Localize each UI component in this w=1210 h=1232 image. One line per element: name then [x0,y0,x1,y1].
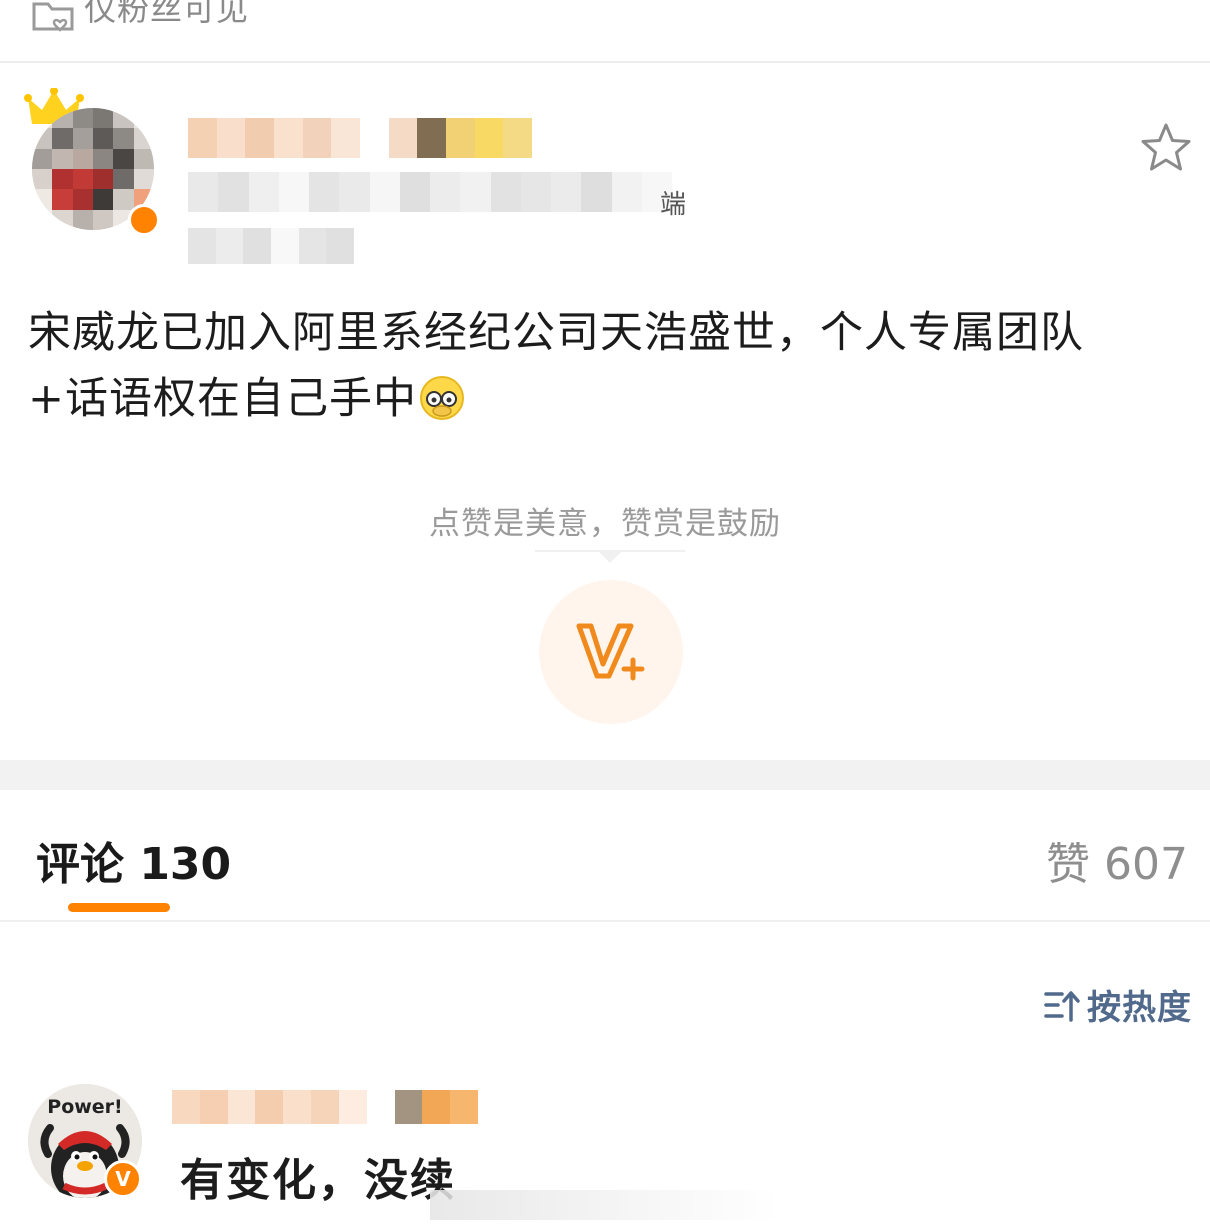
lock-heart-icon [32,2,74,32]
reward-tip: 点赞是美意，赞赏是鼓励 [429,506,781,542]
visibility-label: 仅粉丝可见 [84,0,250,28]
avatar-caption: Power! [47,1096,123,1118]
post-text-line-2: +话语权在自己手中 [28,366,1178,432]
tab-comments[interactable]: 评论 130 [36,828,231,892]
verified-badge [128,204,160,236]
post-source-suffix: 端 [660,190,687,220]
sort-icon [1044,990,1080,1022]
star-outline-icon[interactable] [1138,120,1194,176]
post-meta-redacted [188,172,672,212]
tab-active-indicator [68,903,170,912]
section-divider [0,760,1210,790]
author-avatar-wrap[interactable] [24,88,164,236]
facepalm-emoji-icon [420,376,465,420]
reward-button[interactable] [539,580,683,724]
sort-button[interactable]: 按热度 [1043,980,1192,1029]
author-name-redacted[interactable] [188,118,532,158]
comment-text: 有变化，没续 [180,1155,456,1206]
verified-v-badge: V [104,1160,142,1198]
tabs-divider [0,920,1210,922]
comment-meta-redacted [430,1190,780,1220]
tab-likes[interactable]: 赞 607 [1046,828,1188,892]
post-text-line-1: 宋威龙已加入阿里系经纪公司天浩盛世，个人专属团队 [28,308,1084,358]
comment-author-redacted[interactable] [172,1090,478,1124]
reward-caret [598,551,622,563]
v-plus-icon [576,623,645,681]
post-content: 宋威龙已加入阿里系经纪公司天浩盛世，个人专属团队 +话语权在自己手中 [28,300,1178,432]
visibility-bar: 仅粉丝可见 [0,0,1210,63]
post-text-line-2-text: +话语权在自己手中 [28,374,418,424]
post-meta-redacted-2 [188,228,354,264]
sort-label: 按热度 [1087,988,1192,1028]
